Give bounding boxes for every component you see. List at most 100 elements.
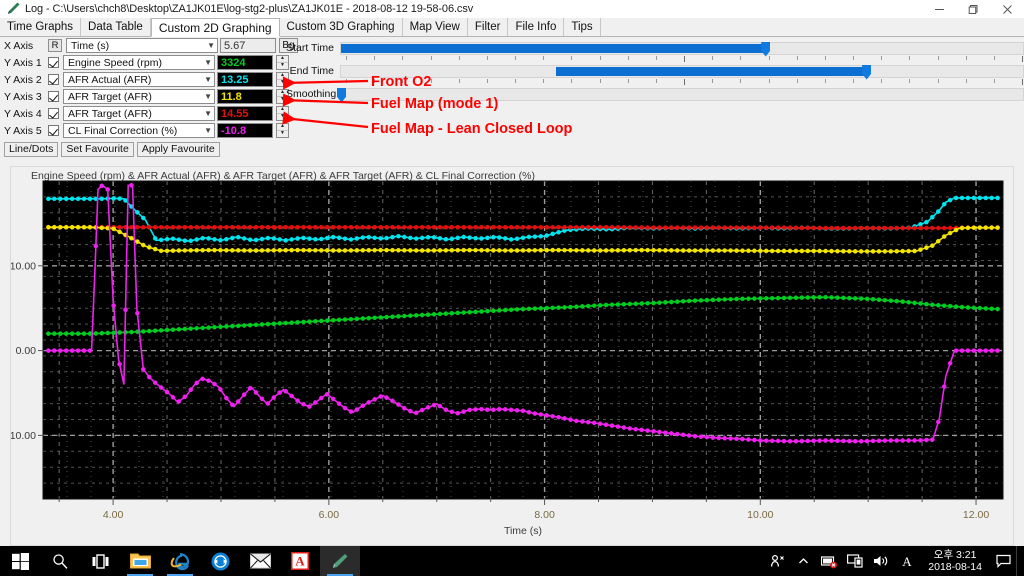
task-view-button[interactable]	[80, 546, 120, 576]
tab-tips[interactable]: Tips	[564, 18, 601, 36]
axis-checkbox-y4[interactable]	[48, 108, 59, 119]
set-favourite-button[interactable]: Set Favourite	[61, 142, 134, 157]
svg-text:0.00: 0.00	[16, 345, 37, 357]
start-button[interactable]	[0, 546, 40, 576]
internet-explorer-button[interactable]	[160, 546, 200, 576]
application-window: Log - C:\Users\chch8\Desktop\ZA1JK01E\lo…	[0, 0, 1024, 576]
tab-time-graphs[interactable]: Time Graphs	[0, 18, 82, 36]
axis-checkbox-y3[interactable]	[48, 91, 59, 102]
svg-text:4.00: 4.00	[103, 509, 124, 521]
ime-icon[interactable]: A	[894, 546, 920, 576]
tab-label: Custom 3D Graphing	[286, 21, 395, 33]
people-icon[interactable]	[764, 546, 790, 576]
axis-spinner-y5[interactable]: ▲ ▼	[276, 123, 289, 138]
show-desktop-button[interactable]	[1016, 546, 1024, 576]
start-time-slider[interactable]	[340, 41, 1024, 57]
mail-button[interactable]	[240, 546, 280, 576]
svg-text:6.00: 6.00	[319, 509, 340, 521]
volume-icon[interactable]	[868, 546, 894, 576]
channel-select-y3[interactable]: AFR Target (AFR) ▼	[63, 89, 215, 104]
tab-label: Filter	[474, 21, 501, 33]
axis-label-x: X Axis	[4, 39, 34, 52]
axis-selector-list: X Axis R Time (s) ▼ 5.67 Bg Y Axis 1 Eng…	[0, 37, 300, 139]
end-time-slider[interactable]	[340, 64, 1024, 80]
close-button[interactable]	[990, 0, 1024, 18]
chevron-down-icon: ▼	[204, 126, 212, 135]
axis-value-y2: 13.25	[217, 72, 273, 87]
chevron-down-icon: ▼	[204, 58, 212, 67]
smoothing-slider-thumb[interactable]	[337, 87, 346, 103]
pen-icon	[5, 1, 21, 17]
clock[interactable]: 오후 3:21 2018-08-14	[920, 549, 990, 573]
annotation-fuel-map-mode1: Fuel Map (mode 1)	[371, 96, 499, 112]
search-button[interactable]	[40, 546, 80, 576]
axis-checkbox-y5[interactable]	[48, 125, 59, 136]
tab-custom-2d-graphing[interactable]: Custom 2D Graphing	[150, 18, 280, 37]
end-time-label: End Time	[289, 65, 334, 77]
spinner-down-icon[interactable]: ▼	[277, 131, 288, 138]
axis-row-y1: Y Axis 1 Engine Speed (rpm) ▼ 3324 ▲ ▼	[0, 54, 300, 71]
log-viewer-button[interactable]	[320, 546, 360, 576]
svg-text:10.00: 10.00	[747, 509, 773, 521]
svg-text:12.00: 12.00	[963, 509, 989, 521]
window-controls	[922, 0, 1024, 18]
axis-label-y3: Y Axis 3	[4, 90, 42, 103]
start-time-slider-fill	[341, 43, 766, 53]
tab-file-info[interactable]: File Info	[508, 18, 565, 36]
svg-text:8.00: 8.00	[534, 509, 555, 521]
axis-value-y3: 11.8	[217, 89, 273, 104]
network-error-icon[interactable]	[816, 546, 842, 576]
adobe-reader-button[interactable]: A	[280, 546, 320, 576]
teamviewer-button[interactable]	[200, 546, 240, 576]
axis-checkbox-y1[interactable]	[48, 57, 59, 68]
axis-row-y2: Y Axis 2 AFR Actual (AFR) ▼ 13.25 ▲ ▼	[0, 71, 300, 88]
smoothing-label: Smoothing	[286, 88, 337, 100]
axis-value-x: 5.67	[220, 38, 276, 53]
start-time-label: Start Time	[286, 42, 334, 54]
axis-value-y1: 3324	[217, 55, 273, 70]
channel-select-y1[interactable]: Engine Speed (rpm) ▼	[63, 55, 215, 70]
svg-text:-10.00: -10.00	[11, 430, 36, 442]
chart-panel: Engine Speed (rpm) & AFR Actual (AFR) & …	[10, 166, 1014, 546]
chevron-down-icon: ▼	[204, 109, 212, 118]
tab-custom-3d-graphing[interactable]: Custom 3D Graphing	[279, 18, 403, 36]
notification-icon[interactable]	[990, 546, 1016, 576]
axis-reset-button-x[interactable]: R	[48, 39, 62, 52]
tab-label: Data Table	[88, 21, 143, 33]
tab-filter[interactable]: Filter	[467, 18, 509, 36]
tab-map-view[interactable]: Map View	[402, 18, 468, 36]
channel-select-y2[interactable]: AFR Actual (AFR) ▼	[63, 72, 215, 87]
axis-checkbox-y2[interactable]	[48, 74, 59, 85]
tab-label: Time Graphs	[7, 21, 74, 33]
channel-select-x[interactable]: Time (s) ▼	[66, 38, 218, 53]
channel-select-y3-value: AFR Target (AFR)	[68, 90, 152, 103]
time-range-sliders: Start Time End Time Smoothing	[286, 40, 1024, 103]
chevron-down-icon: ▼	[204, 92, 212, 101]
title-bar: Log - C:\Users\chch8\Desktop\ZA1JK01E\lo…	[0, 0, 1024, 18]
display-icon[interactable]	[842, 546, 868, 576]
maximize-button[interactable]	[956, 0, 990, 18]
start-time-slider-thumb[interactable]	[761, 41, 771, 57]
minimize-button[interactable]	[922, 0, 956, 18]
apply-favourite-button[interactable]: Apply Favourite	[136, 142, 220, 157]
axis-spinner-y4[interactable]: ▲ ▼	[276, 106, 289, 121]
end-time-tick-marks	[346, 79, 1023, 86]
annotation-front-o2: Front O2	[371, 74, 432, 90]
tab-data-table[interactable]: Data Table	[81, 18, 151, 36]
svg-text:A: A	[295, 554, 305, 569]
channel-select-y5[interactable]: CL Final Correction (%) ▼	[63, 123, 215, 138]
chevron-down-icon: ▼	[207, 41, 215, 50]
chart-plot[interactable]: -10.00 0.00 10.00 4.00 6.00 8.00 10.00 12.00 Tim…	[11, 167, 1015, 547]
axis-value-y4: 14.55	[217, 106, 273, 121]
channel-select-y4[interactable]: AFR Target (AFR) ▼	[63, 106, 215, 121]
line-dots-button[interactable]: Line/Dots	[4, 142, 59, 157]
graph-control-panel: X Axis R Time (s) ▼ 5.67 Bg Y Axis 1 Eng…	[0, 37, 1024, 165]
axis-row-x: X Axis R Time (s) ▼ 5.67 Bg	[0, 37, 300, 54]
clock-time: 오후 3:21	[933, 549, 977, 561]
spinner-down-icon[interactable]: ▼	[277, 114, 288, 121]
show-hidden-icons-chevron[interactable]	[790, 546, 816, 576]
end-time-slider-thumb[interactable]	[862, 64, 872, 80]
start-time-tick-marks	[346, 56, 1023, 63]
taskbar: A A 오후 3:21 2018-08-14	[0, 546, 1024, 576]
file-explorer-button[interactable]	[120, 546, 160, 576]
